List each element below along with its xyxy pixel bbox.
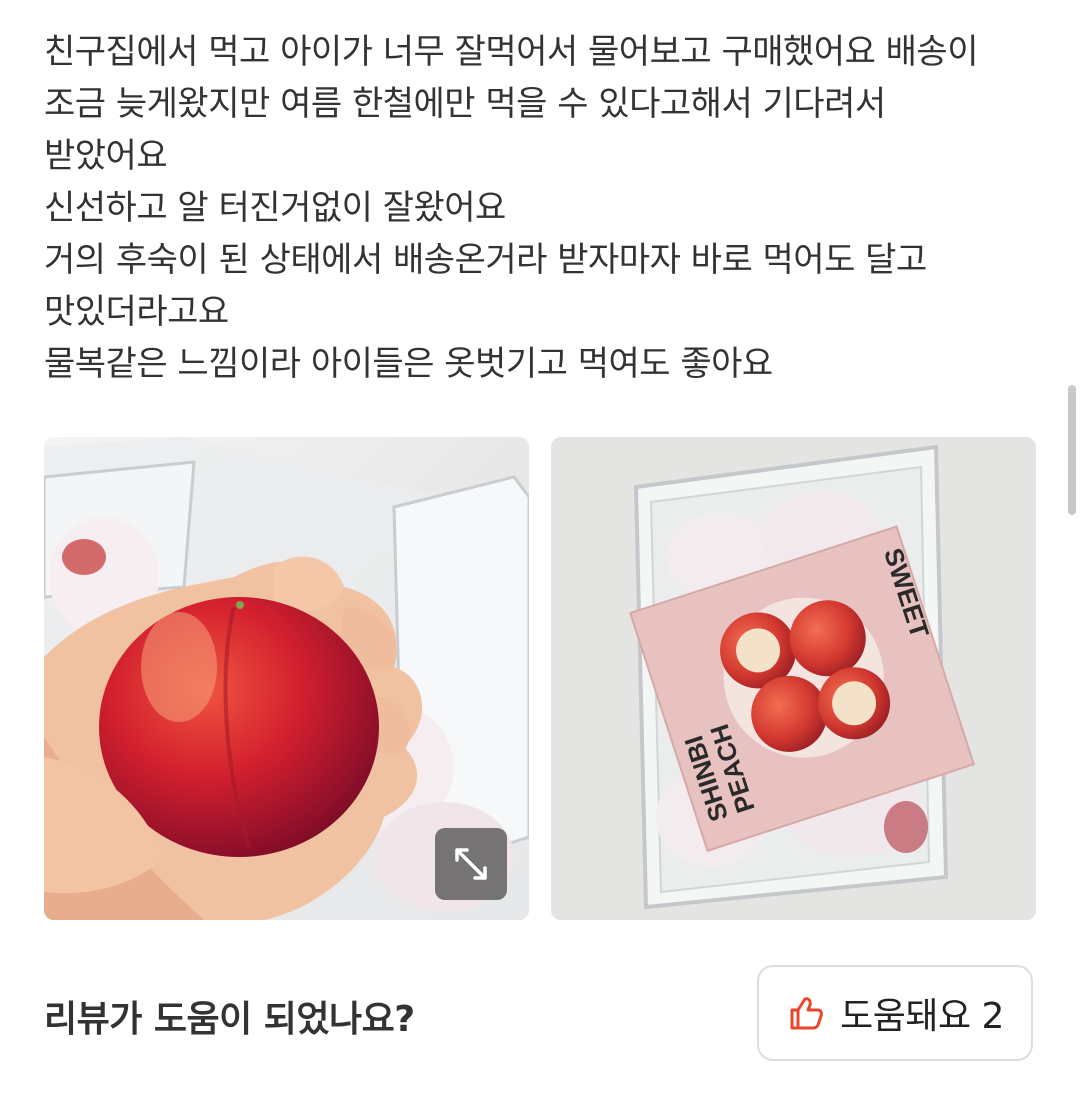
helpful-question: 리뷰가 도움이 되었나요? — [44, 999, 415, 1040]
review-line: 거의 후숙이 된 상태에서 배송온거라 받자마자 바로 먹어도 달고 — [44, 240, 927, 280]
thumbs-up-icon — [790, 997, 823, 1030]
review-line: 맛있더라고요 — [44, 292, 229, 332]
helpful-button[interactable]: 도움돼요 2 — [757, 965, 1033, 1061]
review-photo-2[interactable]: SHINBI PEACH SWEET — [551, 437, 1036, 920]
review-photo-1[interactable] — [44, 437, 529, 920]
review-line: 받았어요 — [44, 136, 168, 176]
expand-button[interactable] — [435, 828, 507, 900]
review-text: 친구집에서 먹고 아이가 너무 잘먹어서 물어보고 구매했어요 배송이 조금 늦… — [44, 26, 1034, 390]
scrollbar[interactable] — [1068, 385, 1076, 515]
review-line: 신선하고 알 터진거없이 잘왔어요 — [44, 188, 506, 228]
review-line: 물복같은 느낌이라 아이들은 옷벗기고 먹여도 좋아요 — [44, 344, 773, 384]
review-line: 조금 늦게왔지만 여름 한철에만 먹을 수 있다고해서 기다려서 — [44, 84, 886, 124]
review-line: 친구집에서 먹고 아이가 너무 잘먹어서 물어보고 구매했어요 배송이 — [44, 32, 979, 72]
helpful-count-label: 도움돼요 2 — [840, 996, 1004, 1037]
expand-icon — [455, 848, 487, 880]
